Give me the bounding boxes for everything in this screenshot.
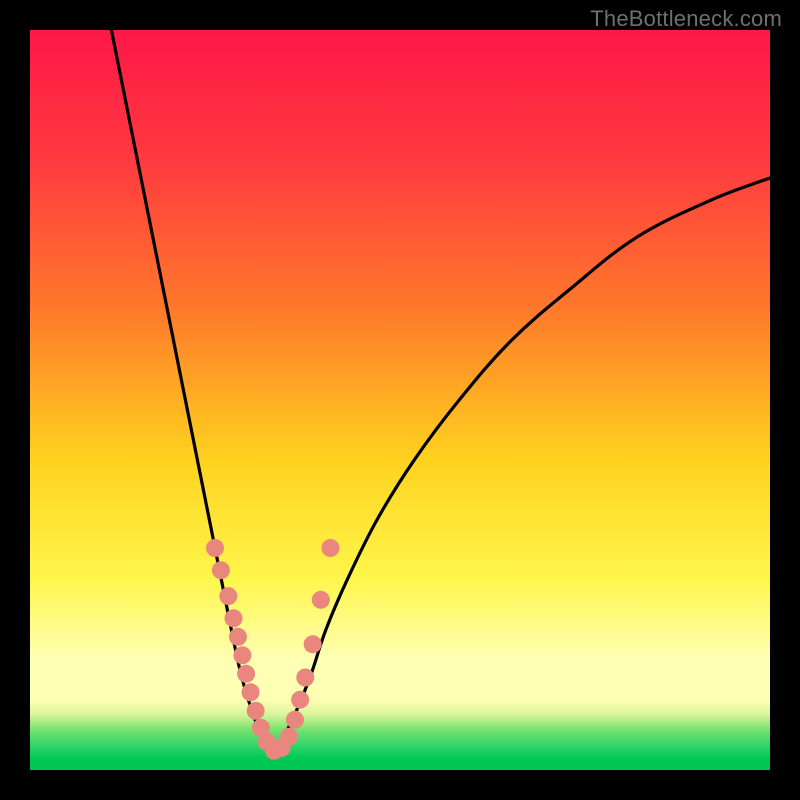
data-marker — [225, 609, 243, 627]
data-marker — [233, 646, 251, 664]
data-marker — [212, 561, 230, 579]
data-marker — [296, 669, 314, 687]
gradient-v-chart — [30, 30, 770, 770]
data-marker — [280, 728, 298, 746]
chart-frame: TheBottleneck.com — [0, 0, 800, 800]
data-marker — [286, 711, 304, 729]
data-marker — [206, 539, 224, 557]
data-marker — [237, 665, 255, 683]
data-marker — [219, 587, 237, 605]
data-marker — [304, 635, 322, 653]
data-marker — [247, 702, 265, 720]
watermark-text: TheBottleneck.com — [590, 6, 782, 32]
data-marker — [321, 539, 339, 557]
data-marker — [291, 691, 309, 709]
data-marker — [312, 591, 330, 609]
gradient-background — [30, 30, 770, 770]
plot-area — [30, 30, 770, 770]
data-marker — [229, 628, 247, 646]
data-marker — [242, 683, 260, 701]
